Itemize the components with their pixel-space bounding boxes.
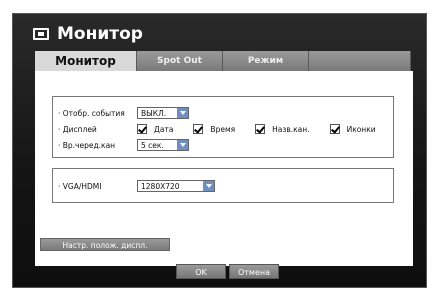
vga-hdmi-label: · VGA/HDMI bbox=[58, 181, 102, 191]
tab-spot-out[interactable]: Spot Out bbox=[137, 51, 223, 71]
screen: Монитор Монитор Spot Out Режим · Отобр. … bbox=[0, 0, 439, 300]
icons-option[interactable]: Иконки bbox=[329, 124, 376, 134]
chevron-down-icon bbox=[177, 140, 188, 150]
display-row: · Дисплей Дата Время Назв.кан. Иконки bbox=[58, 121, 376, 137]
vga-hdmi-row: · VGA/HDMI 1280X720 bbox=[58, 178, 215, 194]
dialog-title: Монитор bbox=[57, 24, 143, 44]
chevron-down-icon bbox=[177, 108, 188, 118]
event-display-select[interactable]: ВЫКЛ. bbox=[137, 107, 189, 119]
time-checkbox[interactable] bbox=[193, 124, 204, 134]
channel-name-checkbox[interactable] bbox=[255, 124, 266, 134]
channel-name-option[interactable]: Назв.кан. bbox=[255, 124, 310, 134]
icons-label: Иконки bbox=[346, 124, 376, 134]
event-display-row: · Отобр. события ВЫКЛ. bbox=[58, 105, 189, 121]
seq-channel-row: · Вр.черед.кан 5 сек. bbox=[58, 137, 189, 153]
seq-channel-value: 5 сек. bbox=[141, 140, 164, 150]
event-display-label: · Отобр. события bbox=[58, 108, 125, 118]
display-label: · Дисплей bbox=[58, 124, 97, 134]
vga-hdmi-select[interactable]: 1280X720 bbox=[137, 180, 215, 192]
monitor-icon bbox=[33, 28, 49, 40]
cancel-button[interactable]: Отмена bbox=[229, 264, 279, 279]
channel-name-label: Назв.кан. bbox=[272, 124, 310, 134]
settings-panel: · Отобр. события ВЫКЛ. · Дисплей Дата Вр… bbox=[35, 71, 413, 266]
icons-checkbox[interactable] bbox=[329, 124, 340, 134]
date-option[interactable]: Дата bbox=[137, 124, 173, 134]
date-label: Дата bbox=[154, 124, 174, 134]
tab-empty bbox=[309, 51, 411, 71]
time-label: Время bbox=[210, 124, 236, 134]
dialog-header: Монитор bbox=[33, 22, 143, 46]
display-settings-group: · Отобр. события ВЫКЛ. · Дисплей Дата Вр… bbox=[52, 96, 394, 158]
chevron-down-icon bbox=[203, 181, 214, 191]
tab-monitor[interactable]: Монитор bbox=[35, 51, 137, 72]
event-display-value: ВЫКЛ. bbox=[141, 108, 167, 118]
display-position-button[interactable]: Настр. полож. диспл. bbox=[40, 238, 170, 251]
date-checkbox[interactable] bbox=[137, 124, 147, 134]
tab-bar: Монитор Spot Out Режим bbox=[35, 51, 411, 72]
ok-button[interactable]: OK bbox=[176, 264, 226, 279]
seq-channel-label: · Вр.черед.кан bbox=[58, 140, 116, 150]
tab-mode[interactable]: Режим bbox=[223, 51, 309, 71]
vga-hdmi-value: 1280X720 bbox=[141, 181, 180, 191]
time-option[interactable]: Время bbox=[193, 124, 235, 134]
output-settings-group: · VGA/HDMI 1280X720 bbox=[52, 168, 394, 203]
seq-channel-select[interactable]: 5 сек. bbox=[137, 139, 189, 151]
